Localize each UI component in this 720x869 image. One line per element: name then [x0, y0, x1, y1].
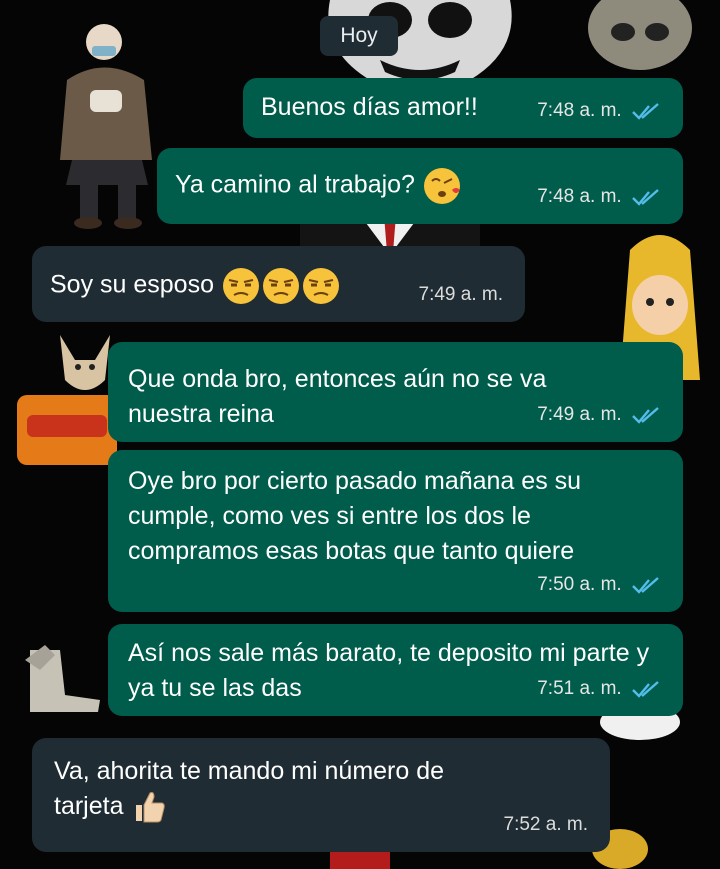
message-bubble-incoming[interactable]: Va, ahorita te mando mi número de tarjet…	[32, 738, 610, 852]
message-time: 7:49 a. m.	[418, 284, 504, 305]
message-text: Que onda bro, entonces aún no se va nues…	[128, 365, 547, 428]
message-bubble-outgoing[interactable]: Así nos sale más barato, te deposito mi …	[108, 624, 683, 716]
message-time: 7:50 a. m.	[537, 574, 622, 595]
message-meta: 7:51 a. m.	[537, 671, 661, 706]
message-text: Oye bro por cierto pasado mañana es su c…	[128, 467, 582, 565]
message-bubble-outgoing[interactable]: Ya camino al trabajo? 7:48 a. m.	[157, 148, 683, 224]
unamused-face-emoji-icon	[302, 268, 339, 304]
unamused-face-emoji-icon	[262, 268, 299, 304]
message-meta: 7:49 a. m.	[419, 277, 504, 312]
message-bubble-incoming[interactable]: Soy su esposo 7:49 a. m.	[32, 246, 525, 322]
read-ticks-icon	[632, 407, 659, 424]
thumbs-up-emoji-icon	[136, 792, 166, 823]
kiss-face-emoji-icon	[423, 168, 460, 204]
sitting-man-sticker	[60, 24, 152, 229]
message-time: 7:48 a. m.	[537, 186, 622, 207]
read-ticks-icon	[632, 189, 659, 206]
message-meta: 7:48 a. m.	[537, 179, 661, 214]
message-time: 7:48 a. m.	[537, 100, 622, 121]
message-time: 7:51 a. m.	[537, 678, 622, 699]
message-text: Soy su esposo	[50, 270, 214, 299]
message-bubble-outgoing[interactable]: Oye bro por cierto pasado mañana es su c…	[108, 450, 683, 612]
message-text: Va, ahorita te mando mi número de tarjet…	[54, 757, 445, 820]
message-meta: 7:48 a. m.	[537, 93, 661, 128]
message-text-row: Va, ahorita te mando mi número de tarjet…	[54, 754, 520, 825]
unamused-face-emoji-group	[221, 268, 341, 304]
message-meta: 7:49 a. m.	[537, 397, 661, 432]
boots-sticker	[25, 645, 100, 712]
read-ticks-icon	[632, 103, 659, 120]
snack-bag-sticker	[17, 395, 117, 465]
message-time: 7:52 a. m.	[503, 814, 589, 835]
read-ticks-icon	[632, 681, 659, 698]
message-meta: 7:52 a. m.	[504, 807, 589, 842]
message-meta: 7:50 a. m.	[537, 567, 661, 602]
date-chip: Hoy	[320, 16, 398, 56]
message-bubble-outgoing[interactable]: Buenos días amor!! 7:48 a. m.	[243, 78, 683, 138]
message-bubble-outgoing[interactable]: Que onda bro, entonces aún no se va nues…	[108, 342, 683, 442]
read-ticks-icon	[632, 577, 659, 594]
alien-sticker	[588, 0, 692, 70]
message-text: Ya camino al trabajo?	[175, 170, 415, 199]
message-time: 7:49 a. m.	[537, 404, 622, 425]
unamused-face-emoji-icon	[222, 268, 259, 304]
